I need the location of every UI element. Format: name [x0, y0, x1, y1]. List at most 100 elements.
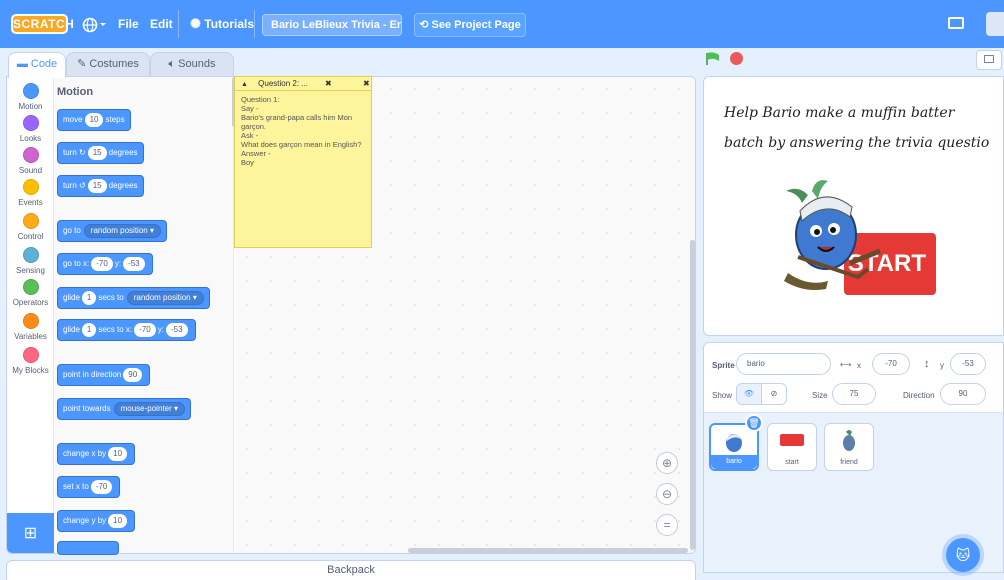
add-sprite-button[interactable]: 🐱︎: [946, 538, 980, 572]
sensing-icon: [22, 247, 39, 263]
change-x-block[interactable]: change x by 10: [57, 443, 136, 465]
change-y-input[interactable]: 10: [108, 514, 128, 528]
goto-dropdown[interactable]: random position ▾: [83, 224, 161, 238]
stage[interactable]: Help Bario make a muffin batter batch by…: [703, 76, 1004, 336]
menu-divider: [254, 10, 255, 38]
tab-costumes[interactable]: ✎ Costumes: [66, 52, 150, 76]
category-events[interactable]: Events: [7, 179, 54, 207]
remix-icon: ⟲: [419, 19, 429, 31]
go-to-xy-block[interactable]: go to x: -70 y: -53: [57, 253, 153, 275]
bario-sprite[interactable]: [768, 177, 888, 297]
tab-code[interactable]: ▬ Code: [8, 52, 66, 78]
comment-body[interactable]: Question 1: Say - Bario's grand-papa cal…: [235, 91, 371, 171]
file-menu[interactable]: File: [118, 0, 139, 48]
degrees-input[interactable]: 15: [87, 179, 107, 193]
rotate-right-icon: ↻: [79, 148, 86, 157]
comment-note[interactable]: ▲ Question 2: ... ✖ ✖ Question 1: Say - …: [234, 76, 372, 248]
tab-sounds[interactable]: 🔈︎ Sounds: [150, 52, 234, 76]
vertical-scrollbar[interactable]: [690, 240, 695, 550]
sprite-name: friend: [840, 459, 858, 466]
green-flag-icon[interactable]: [706, 52, 720, 66]
see-project-page-button[interactable]: ⟲ See Project Page: [414, 13, 526, 37]
towards-dropdown[interactable]: mouse-pointer ▾: [113, 402, 185, 416]
set-x-block[interactable]: set x to -70: [57, 476, 121, 498]
x-input[interactable]: -70: [91, 257, 113, 271]
direction-input[interactable]: 90: [940, 383, 986, 405]
collapse-icon[interactable]: ▲: [241, 81, 248, 88]
size-label: Size: [812, 391, 828, 400]
menu-bar: SCRATCH File Edit ✺ Tutorials Bario LeBl…: [0, 0, 1004, 48]
y-input[interactable]: -53: [123, 257, 145, 271]
category-my-blocks[interactable]: My Blocks: [7, 347, 54, 375]
category-variables[interactable]: Variables: [7, 313, 54, 341]
backpack[interactable]: Backpack: [6, 560, 696, 580]
change-y-block[interactable]: change y by 10: [57, 510, 136, 532]
y-input[interactable]: -53: [165, 323, 188, 337]
y-input[interactable]: -53: [950, 353, 986, 375]
stop-icon[interactable]: [730, 52, 743, 65]
turn-right-block[interactable]: turn ↻ 15 degrees: [57, 142, 144, 164]
move-steps-block[interactable]: move 10 steps: [57, 109, 131, 131]
control-icon: [22, 213, 39, 229]
my-blocks-icon: [22, 347, 39, 363]
show-hidden-button[interactable]: ⊘: [761, 383, 787, 405]
set-y-block[interactable]: [57, 541, 119, 555]
secs-input[interactable]: 1: [81, 291, 97, 305]
language-menu[interactable]: [82, 0, 108, 48]
turn-left-block[interactable]: turn ↺ 15 degrees: [57, 175, 144, 197]
delete-sprite-button[interactable]: 🗑︎: [745, 414, 763, 432]
size-input[interactable]: 75: [832, 383, 876, 405]
degrees-input[interactable]: 15: [87, 146, 107, 160]
point-in-direction-block[interactable]: point in direction 90: [57, 364, 151, 386]
tutorials-menu[interactable]: ✺ Tutorials: [190, 0, 254, 48]
equals-icon: =: [663, 518, 671, 532]
speaker-icon: 🔈︎: [168, 58, 176, 70]
sprite-name-input[interactable]: bario: [736, 353, 831, 375]
folder-icon[interactable]: [948, 17, 964, 29]
category-motion[interactable]: Motion: [7, 83, 54, 111]
tab-costumes-label: Costumes: [89, 58, 139, 70]
steps-input[interactable]: 10: [84, 113, 104, 127]
x-arrow-icon: ⟷: [840, 360, 852, 369]
horizontal-scrollbar[interactable]: [408, 548, 688, 553]
menu-divider: [178, 10, 179, 38]
sprite-name: bario: [711, 455, 757, 469]
zoom-out-button[interactable]: ⊖: [656, 483, 678, 505]
glide-xy-block[interactable]: glide 1 secs to x: -70 y: -53: [57, 319, 196, 341]
stage-size-toggle[interactable]: [976, 50, 1002, 70]
scratch-logo[interactable]: SCRATCH: [11, 14, 74, 34]
glide-dropdown[interactable]: random position ▾: [126, 291, 204, 305]
comment-header[interactable]: ▲ Question 2: ... ✖ ✖: [235, 77, 371, 91]
close-icon[interactable]: ✖: [325, 77, 332, 91]
glide-random-block[interactable]: glide 1 secs to random position ▾: [57, 287, 210, 309]
show-visible-button[interactable]: 👁︎: [736, 383, 762, 405]
secs-input[interactable]: 1: [81, 323, 97, 337]
sprite-tile-friend[interactable]: friend: [824, 423, 874, 471]
avatar[interactable]: [986, 12, 1004, 36]
x-input[interactable]: -70: [872, 353, 910, 375]
sprite-tile-start[interactable]: start: [767, 423, 817, 471]
x-input[interactable]: -70: [134, 323, 156, 337]
category-looks[interactable]: Looks: [7, 115, 54, 143]
change-x-input[interactable]: 10: [108, 447, 128, 461]
set-x-input[interactable]: -70: [90, 480, 113, 494]
go-to-block[interactable]: go to random position ▾: [57, 220, 167, 242]
project-title-input[interactable]: Bario LeBlieux Trivia - Eng...: [262, 14, 402, 36]
trash-icon: 🗑︎: [748, 418, 760, 428]
tab-sounds-label: Sounds: [178, 58, 216, 70]
category-sound[interactable]: Sound: [7, 147, 54, 175]
add-extension-button[interactable]: ⊞: [7, 513, 54, 553]
category-sensing[interactable]: Sensing: [7, 247, 54, 275]
close-icon[interactable]: ✖: [363, 77, 370, 91]
point-towards-block[interactable]: point towards mouse-pointer ▾: [57, 398, 191, 420]
edit-menu[interactable]: Edit: [150, 0, 173, 48]
see-project-label: See Project Page: [431, 19, 521, 31]
direction-input[interactable]: 90: [123, 368, 143, 382]
eye-slash-icon: ⊘: [770, 389, 778, 398]
stage-text-line2: batch by answering the trivia questio: [724, 135, 990, 151]
events-icon: [22, 179, 39, 195]
zoom-in-button[interactable]: ⊕: [656, 452, 678, 474]
category-control[interactable]: Control: [7, 213, 54, 241]
zoom-reset-button[interactable]: =: [656, 514, 678, 536]
category-operators[interactable]: Operators: [7, 279, 54, 307]
